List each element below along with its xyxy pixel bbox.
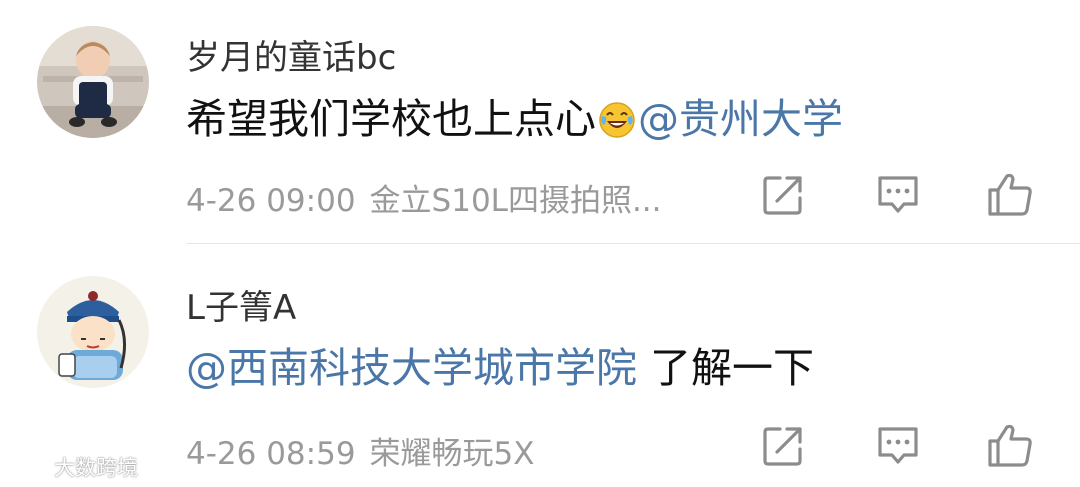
user-avatar[interactable] xyxy=(37,276,149,388)
comment-item: 岁月的童话bc 希望我们学校也上点心 @贵州大学 4-26 09:00 金立S10… xyxy=(0,0,1080,243)
comment-text: 希望我们学校也上点心 @贵州大学 xyxy=(186,95,843,149)
username[interactable]: L子箐A xyxy=(186,280,296,329)
device-source: 金立S10L四摄拍照... xyxy=(369,183,662,219)
timestamp: 4-26 08:59 xyxy=(186,436,356,472)
laughing-tears-emoji-icon xyxy=(598,101,636,149)
like-icon xyxy=(988,173,1032,216)
repost-icon xyxy=(763,427,802,466)
repost-button[interactable] xyxy=(760,170,808,218)
like-button[interactable] xyxy=(986,421,1034,469)
watermark-text: 大数跨境 xyxy=(54,456,138,480)
comment-item: L子箐A @西南科技大学城市学院 了解一下 4-26 08:59 荣耀畅玩5X xyxy=(0,244,1080,487)
weibo-logo-icon xyxy=(9,454,49,479)
comment-body: 希望我们学校也上点心 xyxy=(186,95,596,143)
comment-button[interactable] xyxy=(874,421,922,469)
mention-link[interactable]: @西南科技大学城市学院 xyxy=(186,344,637,392)
watermark: 大数跨境 xyxy=(8,452,138,482)
timestamp: 4-26 09:00 xyxy=(186,183,356,219)
comment-body: 了解一下 xyxy=(637,344,815,392)
comment-icon xyxy=(878,427,918,464)
cartoon-qing-official-avatar-icon xyxy=(37,276,149,388)
like-icon xyxy=(988,424,1032,467)
mention-link[interactable]: @贵州大学 xyxy=(638,95,843,143)
comment-button[interactable] xyxy=(874,170,922,218)
like-button[interactable] xyxy=(986,170,1034,218)
baby-photo-avatar-icon xyxy=(37,26,149,138)
comment-text: @西南科技大学城市学院 了解一下 xyxy=(186,344,814,392)
comment-meta: 4-26 09:00 金立S10L四摄拍照... xyxy=(186,175,662,220)
repost-button[interactable] xyxy=(760,421,808,469)
comment-list: 岁月的童话bc 希望我们学校也上点心 @贵州大学 4-26 09:00 金立S10… xyxy=(0,0,1080,487)
device-source: 荣耀畅玩5X xyxy=(369,436,535,472)
username[interactable]: 岁月的童话bc xyxy=(186,30,396,79)
user-avatar[interactable] xyxy=(37,26,149,138)
comment-icon xyxy=(878,176,918,213)
comment-meta: 4-26 08:59 荣耀畅玩5X xyxy=(186,428,535,473)
repost-icon xyxy=(763,176,802,215)
